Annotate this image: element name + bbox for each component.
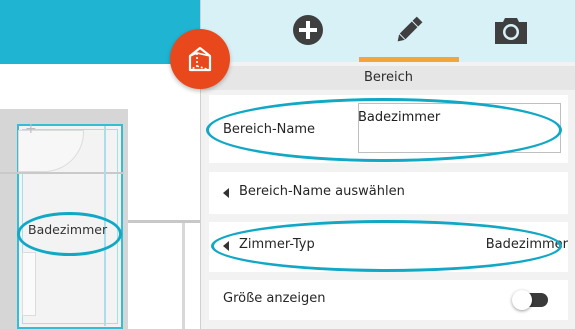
panel-toolbar [201,0,575,62]
properties-panel: Bereich Bereich-Name Badezimmer Bereich-… [200,0,575,329]
section-title: Bereich [201,66,575,90]
sink-fixture [22,252,36,316]
room-type-row[interactable]: Zimmer-Typ Badezimmer [209,222,568,272]
add-marker-icon: + [25,121,37,137]
select-area-name-row[interactable]: Bereich-Name auswählen [209,172,568,214]
caret-left-icon [223,188,229,198]
wall-segment [128,220,205,223]
plus-circle-icon [293,15,323,45]
area-name-label: Bereich-Name [223,122,316,137]
active-tool-indicator [359,57,459,62]
room-fab-button[interactable] [170,29,230,89]
show-size-toggle[interactable] [512,290,548,310]
toggle-knob [512,290,532,310]
area-name-input[interactable]: Badezimmer [358,103,561,153]
area-name-value: Badezimmer [358,110,441,125]
select-area-name-label: Bereich-Name auswählen [239,184,405,199]
pencil-icon [397,16,423,42]
room-type-value: Badezimmer [485,237,568,252]
camera-icon [495,18,527,44]
caret-left-icon [223,241,229,251]
area-name-row: Bereich-Name Badezimmer [209,95,568,163]
edit-button[interactable] [389,10,429,50]
wall-segment [182,223,185,329]
room-type-label: Zimmer-Typ [239,237,315,252]
show-size-label: Größe anzeigen [223,291,326,306]
show-size-row: Größe anzeigen [209,280,568,320]
highlight-ellipse [17,212,122,256]
camera-button[interactable] [491,10,531,50]
room-box-icon [188,46,212,72]
add-button[interactable] [288,10,328,50]
